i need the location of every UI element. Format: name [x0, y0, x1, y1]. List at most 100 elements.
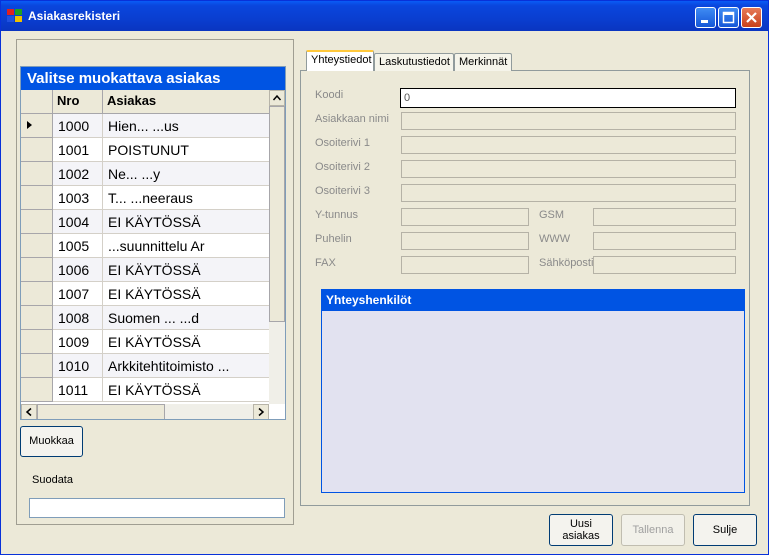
gsm-field[interactable] [593, 208, 736, 226]
filter-label: Suodata [32, 474, 73, 486]
vertical-scrollbar[interactable] [269, 90, 285, 404]
name-label: Asiakkaan nimi [315, 113, 389, 125]
close-icon [746, 12, 757, 23]
new-customer-label-line1: Uusi [569, 518, 592, 530]
close-window-button[interactable] [741, 7, 762, 28]
customer-grid[interactable]: Valitse muokattava asiakas Nro Asiakas 1… [20, 66, 286, 420]
row-selector[interactable] [21, 186, 53, 210]
minimize-icon [701, 20, 708, 23]
cell-asiakas[interactable]: EI KÄYTÖSSÄ [103, 210, 269, 234]
customer-grid-title: Valitse muokattava asiakas [21, 67, 285, 90]
table-row[interactable]: 1010 Arkkitehtitoimisto ... [21, 354, 269, 378]
koodi-field[interactable]: 0 [400, 88, 736, 108]
table-row[interactable]: 1011 EI KÄYTÖSSÄ [21, 378, 269, 402]
cell-nro[interactable]: 1003 [53, 186, 103, 210]
scroll-right-button[interactable] [253, 404, 269, 419]
new-customer-button[interactable]: Uusi asiakas [549, 514, 613, 546]
cell-asiakas[interactable]: EI KÄYTÖSSÄ [103, 330, 269, 354]
cell-nro[interactable]: 1006 [53, 258, 103, 282]
row-selector[interactable] [21, 114, 53, 138]
row-selector[interactable] [21, 234, 53, 258]
row-selector[interactable] [21, 210, 53, 234]
vertical-scroll-thumb[interactable] [269, 106, 285, 322]
name-field[interactable] [401, 112, 736, 130]
table-row[interactable]: 1008 Suomen ... ...d [21, 306, 269, 330]
email-label: Sähköposti [539, 257, 594, 269]
cell-nro[interactable]: 1007 [53, 282, 103, 306]
tab-laskutustiedot[interactable]: Laskutustiedot [374, 53, 454, 71]
maximize-button[interactable] [718, 7, 739, 28]
table-row[interactable]: 1007 EI KÄYTÖSSÄ [21, 282, 269, 306]
row-selector[interactable] [21, 162, 53, 186]
tab-merkinnat[interactable]: Merkinnät [454, 53, 512, 71]
table-row[interactable]: 1003 T... ...neeraus [21, 186, 269, 210]
address2-field[interactable] [401, 160, 736, 178]
contacts-grid[interactable]: Yhteyshenkilöt [321, 289, 745, 493]
row-selector[interactable] [21, 258, 53, 282]
address2-label: Osoiterivi 2 [315, 161, 371, 173]
cell-asiakas[interactable]: POISTUNUT [103, 138, 269, 162]
tab-yhteystiedot[interactable]: Yhteystiedot [306, 50, 374, 71]
address1-label: Osoiterivi 1 [315, 137, 371, 149]
email-field[interactable] [593, 256, 736, 274]
row-selector[interactable] [21, 330, 53, 354]
title-bar[interactable]: Asiakasrekisteri [1, 1, 768, 31]
gsm-label: GSM [539, 209, 565, 221]
cell-nro[interactable]: 1000 [53, 114, 103, 138]
row-selector[interactable] [21, 282, 53, 306]
table-row[interactable]: 1005 ...suunnittelu Ar [21, 234, 269, 258]
column-header-asiakas[interactable]: Asiakas [103, 90, 269, 114]
cell-asiakas[interactable]: ...suunnittelu Ar [103, 234, 269, 258]
address3-label: Osoiterivi 3 [315, 185, 371, 197]
row-selector[interactable] [21, 378, 53, 402]
table-row[interactable]: 1001 POISTUNUT [21, 138, 269, 162]
edit-button[interactable]: Muokkaa [20, 426, 83, 457]
cell-nro[interactable]: 1002 [53, 162, 103, 186]
close-button[interactable]: Sulje [693, 514, 757, 546]
cell-nro[interactable]: 1001 [53, 138, 103, 162]
chevron-up-icon [272, 94, 282, 101]
cell-nro[interactable]: 1008 [53, 306, 103, 330]
horizontal-scroll-thumb[interactable] [37, 404, 165, 419]
cell-nro[interactable]: 1009 [53, 330, 103, 354]
address1-field[interactable] [401, 136, 736, 154]
filter-input[interactable] [29, 498, 285, 518]
row-header-corner [21, 90, 53, 114]
cell-asiakas[interactable]: Suomen ... ...d [103, 306, 269, 330]
table-row[interactable]: 1002 Ne... ...y [21, 162, 269, 186]
cell-asiakas[interactable]: EI KÄYTÖSSÄ [103, 282, 269, 306]
table-row[interactable]: 1009 EI KÄYTÖSSÄ [21, 330, 269, 354]
cell-asiakas[interactable]: EI KÄYTÖSSÄ [103, 378, 269, 402]
grid-header: Nro Asiakas [21, 90, 269, 114]
app-icon [7, 9, 22, 23]
ytunnus-field[interactable] [401, 208, 529, 226]
fax-field[interactable] [401, 256, 529, 274]
table-row[interactable]: 1006 EI KÄYTÖSSÄ [21, 258, 269, 282]
scroll-up-button[interactable] [269, 90, 285, 106]
horizontal-scrollbar[interactable] [21, 404, 269, 419]
cell-asiakas[interactable]: EI KÄYTÖSSÄ [103, 258, 269, 282]
save-button[interactable]: Tallenna [621, 514, 685, 546]
column-header-nro[interactable]: Nro [53, 90, 103, 114]
maximize-icon [722, 11, 735, 24]
minimize-button[interactable] [695, 7, 716, 28]
scroll-left-button[interactable] [21, 404, 37, 419]
cell-nro[interactable]: 1005 [53, 234, 103, 258]
cell-nro[interactable]: 1004 [53, 210, 103, 234]
cell-asiakas[interactable]: Hien... ...us [103, 114, 269, 138]
www-field[interactable] [593, 232, 736, 250]
cell-asiakas[interactable]: Ne... ...y [103, 162, 269, 186]
table-row[interactable]: 1000 Hien... ...us [21, 114, 269, 138]
row-selector[interactable] [21, 306, 53, 330]
address3-field[interactable] [401, 184, 736, 202]
cell-nro[interactable]: 1010 [53, 354, 103, 378]
cell-asiakas[interactable]: Arkkitehtitoimisto ... [103, 354, 269, 378]
www-label: WWW [539, 233, 571, 245]
cell-asiakas[interactable]: T... ...neeraus [103, 186, 269, 210]
row-selector[interactable] [21, 354, 53, 378]
phone-field[interactable] [401, 232, 529, 250]
row-selector[interactable] [21, 138, 53, 162]
table-row[interactable]: 1004 EI KÄYTÖSSÄ [21, 210, 269, 234]
cell-nro[interactable]: 1011 [53, 378, 103, 402]
ytunnus-label: Y-tunnus [315, 209, 359, 221]
